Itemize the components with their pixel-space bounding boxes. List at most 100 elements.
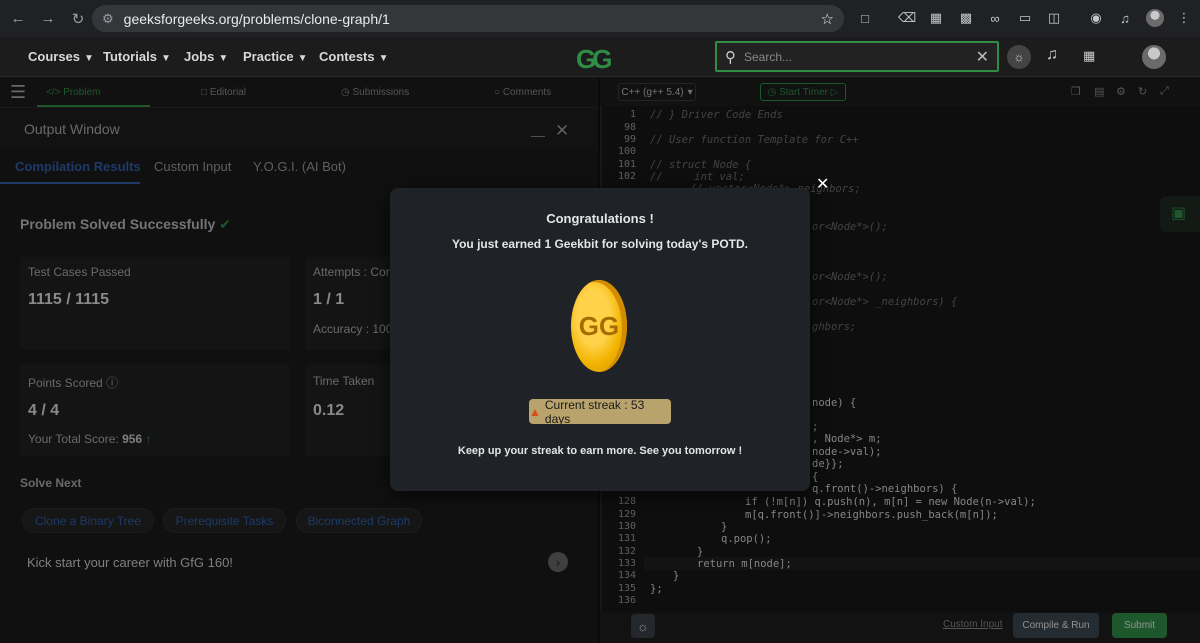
code-line: node) {: [812, 397, 857, 409]
extensions-icon[interactable]: □: [856, 9, 874, 27]
translate-icon[interactable]: ▦: [927, 9, 945, 27]
code-line: if (!m[n]) q.push(n), m[n] = new Node(n-…: [745, 496, 1036, 508]
chevron-down-icon: ▼: [297, 53, 308, 64]
info-icon[interactable]: ⓘ: [106, 376, 118, 390]
arrow-up-icon: ↑: [145, 432, 152, 446]
line-number: 98: [623, 122, 636, 133]
line-number: 136: [617, 595, 636, 606]
solve-next-chip[interactable]: Prerequisite Tasks: [163, 508, 286, 533]
timer-icon: ◷: [767, 86, 777, 98]
profile-avatar[interactable]: [1146, 9, 1164, 27]
check-circle-icon: ✔: [219, 216, 231, 232]
code-line: q.pop();: [721, 533, 772, 545]
line-number: 102: [617, 171, 636, 182]
subtab-compilation-results[interactable]: Compilation Results: [15, 159, 141, 174]
code-line: m[q.front()]->neighbors.push_back(m[n]);: [745, 509, 998, 521]
modal-subtitle: You just earned 1 Geekbit for solving to…: [451, 237, 749, 251]
code-line: or<Node*>();: [812, 271, 888, 283]
close-modal-icon[interactable]: ✕: [816, 174, 829, 194]
submit-button[interactable]: Submit: [1112, 613, 1167, 638]
tab-comments[interactable]: ○ Comments: [494, 87, 551, 98]
time-card: Time Taken 0.12: [305, 364, 395, 456]
theme-toggle-icon[interactable]: ☼: [1007, 45, 1031, 69]
play-icon: ▷: [830, 86, 839, 98]
custom-input-link[interactable]: Custom Input: [943, 619, 1002, 630]
start-timer-button[interactable]: ◷ Start Timer ▷: [760, 83, 846, 101]
chat-widget[interactable]: ▣: [1160, 196, 1200, 232]
test-cases-value: 1115 / 1115: [28, 291, 109, 308]
code-line: }: [673, 570, 680, 582]
tab-problem[interactable]: </> Problem: [46, 87, 101, 98]
solve-next-chip[interactable]: Clone a Binary Tree: [22, 508, 154, 533]
forward-icon[interactable]: →: [36, 7, 60, 31]
settings-icon[interactable]: ⚙: [1116, 85, 1126, 98]
streak-badge: ▲ Current streak : 53 days: [529, 398, 671, 426]
chevron-down-icon: ▼: [160, 53, 171, 64]
qr-icon[interactable]: ▩: [957, 9, 975, 27]
copy-icon[interactable]: ❐: [1071, 85, 1081, 98]
time-value: 0.12: [313, 402, 345, 419]
solve-next-chip[interactable]: Biconnected Graph: [296, 508, 422, 533]
device-icon[interactable]: ▭: [1016, 9, 1034, 27]
user-avatar[interactable]: [1142, 45, 1166, 69]
gfg160-banner[interactable]: Kick start your career with GfG 160!: [27, 555, 233, 570]
output-window-title: Output Window: [24, 121, 120, 137]
hint-bulb-icon[interactable]: ☼: [631, 614, 655, 638]
points-card: Points Scored ⓘ 4 / 4 Your Total Score: …: [20, 364, 290, 456]
compile-run-button[interactable]: Compile & Run: [1013, 613, 1099, 638]
more-menu-icon[interactable]: ⋮: [1175, 9, 1193, 27]
line-number: 133: [617, 558, 636, 569]
line-number: 132: [617, 546, 636, 557]
trash-icon[interactable]: ⌫: [898, 9, 916, 27]
reload-icon[interactable]: ↻: [66, 7, 90, 31]
chevron-down-icon: ▼: [84, 53, 94, 64]
sidepanel-icon[interactable]: ◫: [1045, 9, 1063, 27]
minimize-icon[interactable]: —: [531, 127, 545, 143]
language-select[interactable]: C++ (g++ 5.4) ▾: [618, 83, 696, 101]
url-text: geeksforgeeks.org/problems/clone-graph/1: [123, 10, 390, 27]
notification-bell-icon[interactable]: ♫: [1046, 46, 1058, 64]
menu-contests[interactable]: Contests ▼: [319, 49, 389, 64]
menu-courses[interactable]: Courses ▼: [28, 49, 94, 64]
hamburger-menu-icon[interactable]: ☰: [10, 82, 26, 103]
link-icon[interactable]: ∞: [986, 9, 1004, 27]
extension-puzzle-icon[interactable]: ◉: [1087, 9, 1105, 27]
address-bar[interactable]: ⚙ geeksforgeeks.org/problems/clone-graph…: [92, 5, 844, 32]
gfg-logo[interactable]: GG: [576, 44, 613, 75]
close-output-icon[interactable]: ✕: [555, 121, 569, 141]
bookmark-star-icon[interactable]: ☆: [821, 10, 834, 28]
language-icon[interactable]: ▦: [1083, 48, 1095, 64]
congratulations-modal: Congratulations ! You just earned 1 Geek…: [390, 188, 810, 491]
geekbit-coin-icon: GG: [571, 280, 627, 372]
line-number: 1: [629, 109, 636, 120]
menu-tutorials[interactable]: Tutorials ▼: [103, 49, 171, 64]
fullscreen-icon[interactable]: ⤢: [1160, 85, 1169, 98]
subtab-indicator: [0, 182, 140, 184]
active-tab-indicator: [37, 105, 150, 107]
chevron-down-icon: ▾: [687, 86, 693, 98]
chat-bubble-icon: ▣: [1171, 205, 1187, 222]
tab-editorial[interactable]: □ Editorial: [201, 87, 246, 98]
subtab-yogi[interactable]: Y.O.G.I. (AI Bot): [253, 159, 346, 174]
code-line: ;: [812, 421, 819, 433]
tab-submissions[interactable]: ◷ Submissions: [341, 87, 409, 98]
code-line: // int val;: [650, 171, 745, 183]
back-icon[interactable]: ←: [6, 7, 30, 31]
subtab-custom-input[interactable]: Custom Input: [154, 159, 231, 174]
line-number: 99: [623, 134, 636, 145]
menu-practice[interactable]: Practice ▼: [243, 49, 308, 64]
search-input[interactable]: ⚲ Search... ✕: [715, 41, 999, 72]
clear-search-icon[interactable]: ✕: [976, 47, 989, 67]
reset-icon[interactable]: ↻: [1138, 85, 1147, 98]
menu-jobs[interactable]: Jobs ▼: [184, 49, 228, 64]
chevron-right-icon[interactable]: ›: [548, 552, 568, 572]
media-icon[interactable]: ♫: [1116, 9, 1134, 27]
code-line: ghbors;: [812, 321, 857, 333]
code-line: or<Node*>();: [812, 221, 888, 233]
line-number: 130: [617, 521, 636, 532]
site-info-icon[interactable]: ⚙: [102, 11, 114, 27]
file-icon[interactable]: ▤: [1094, 85, 1104, 98]
line-number: 100: [617, 146, 636, 157]
status-message: Problem Solved Successfully ✔: [20, 216, 231, 232]
points-value: 4 / 4: [28, 402, 60, 419]
